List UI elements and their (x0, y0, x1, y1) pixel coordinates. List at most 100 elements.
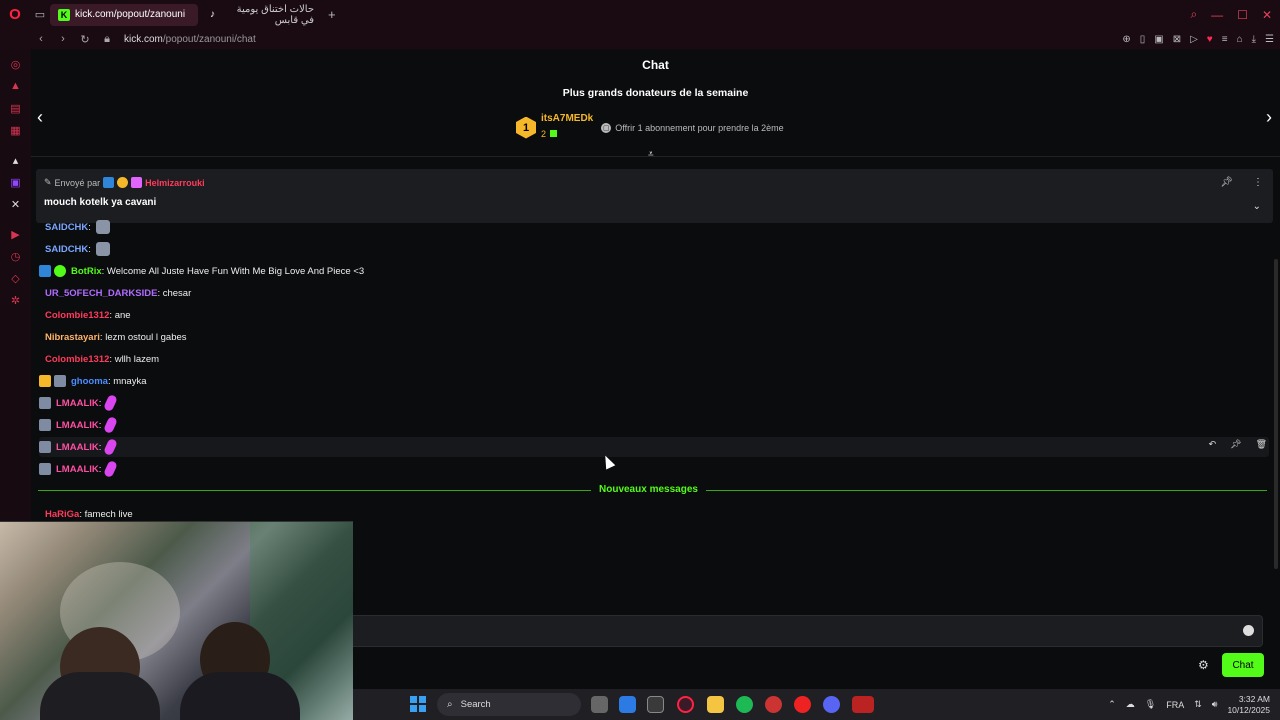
message-user[interactable]: HaRiGa (45, 509, 79, 520)
maximize-icon[interactable]: ☐ (1237, 8, 1248, 22)
tab-list-icon[interactable]: ▭ (30, 0, 50, 29)
copilot-icon[interactable] (619, 696, 636, 713)
url-field[interactable]: kick.com/popout/zanouni/chat (124, 34, 256, 45)
prev-arrow-icon[interactable]: ‹ (37, 107, 43, 128)
opera-taskbar-icon[interactable] (677, 696, 694, 713)
chat-message[interactable]: Colombie1312: ane (39, 305, 1269, 325)
settings-icon[interactable]: ✲ (0, 289, 31, 311)
send-chat-button[interactable]: Chat (1222, 653, 1264, 677)
menu-icon[interactable]: ≡ (1222, 34, 1228, 45)
aria-icon[interactable]: ◎ (0, 53, 31, 75)
extensions-icon[interactable]: ◇ (0, 267, 31, 289)
more-options-icon[interactable]: ⋮ (1253, 177, 1263, 188)
cloud-icon[interactable]: ☁ (1126, 699, 1135, 710)
spotify-icon[interactable] (736, 696, 753, 713)
message-user[interactable]: LMAALIK (56, 464, 99, 475)
chat-message-hovered[interactable]: LMAALIK: ↶ 📌︎ 🗑︎ (39, 437, 1269, 457)
chat-message[interactable]: Colombie1312: wllh lazem (39, 349, 1269, 369)
sub-badge-icon (39, 419, 51, 431)
x-icon[interactable]: ✕ (0, 193, 31, 215)
donor-name[interactable]: itsA7MEDk (541, 113, 593, 124)
mic-icon[interactable]: 🎙︎ (1145, 699, 1156, 710)
message-user[interactable]: LMAALIK (56, 442, 99, 453)
chat-message[interactable]: ghooma: mnayka (39, 371, 1269, 391)
message-user[interactable]: UR_5OFECH_DARKSIDE (45, 288, 157, 299)
store-icon[interactable] (647, 696, 664, 713)
taskbar-search[interactable]: ⌕ Search (437, 693, 581, 716)
chat-message[interactable]: LMAALIK: (39, 415, 1269, 435)
chat-scrollbar[interactable] (1274, 259, 1278, 569)
next-arrow-icon[interactable]: › (1266, 107, 1272, 128)
message-user[interactable]: BotRix (71, 266, 102, 277)
pin-message-icon[interactable]: 📌︎ (1230, 439, 1241, 450)
settings-menu-icon[interactable]: ☰ (1265, 34, 1274, 45)
volume-icon[interactable]: 🔊︎ (1212, 699, 1218, 710)
task-view-icon[interactable] (591, 696, 608, 713)
chat-settings-icon[interactable]: ⚙ (1198, 658, 1209, 672)
chevron-up-icon[interactable]: ⌃ (1108, 699, 1116, 710)
play-icon[interactable]: ▷ (1190, 34, 1198, 45)
message-text: lezm ostoul l gabes (105, 331, 187, 343)
close-icon[interactable]: ✕ (1262, 8, 1272, 22)
unpin-icon[interactable]: 📌︎ (1220, 177, 1233, 188)
search-tabs-icon[interactable]: ⌕ (1190, 7, 1197, 22)
player-icon[interactable]: ▶ (0, 223, 31, 245)
kick-sidebar-icon[interactable]: ▴ (0, 149, 31, 171)
new-tab-icon[interactable]: + (328, 7, 336, 22)
message-user[interactable]: Colombie1312 (45, 354, 109, 365)
forward-icon[interactable]: › (54, 33, 72, 45)
twitch-icon[interactable]: ▣ (0, 171, 31, 193)
chat-input[interactable] (331, 615, 1263, 647)
message-user[interactable]: ghooma (71, 376, 108, 387)
screen: O ▭ K kick.com/popout/zanouni ♪ حالات اخ… (0, 0, 1280, 720)
collapse-icon[interactable]: ⩡ (648, 149, 654, 160)
language-indicator[interactable]: FRA (1166, 700, 1184, 710)
chevron-down-icon[interactable]: ⌄ (1253, 201, 1261, 212)
crypto-wallet-icon[interactable]: ▲ (0, 75, 31, 97)
network-icon[interactable]: ⇅ (1194, 699, 1202, 710)
offer-sub-link[interactable]: ▢ Offrir 1 abonnement pour prendre la 2è… (601, 122, 784, 133)
discord-icon[interactable] (823, 696, 840, 713)
chat-message[interactable]: SAIDCHK: (39, 239, 1269, 259)
tab-tiktok[interactable]: ♪ حالات اختناق يومية في قابس (202, 4, 322, 26)
back-icon[interactable]: ‹ (32, 33, 50, 45)
messenger-icon[interactable]: ▤ (0, 97, 31, 119)
message-user[interactable]: LMAALIK (56, 420, 99, 431)
windows-start-icon[interactable] (410, 696, 426, 712)
reply-icon[interactable]: ↶ (1209, 439, 1217, 450)
chat-message[interactable]: UR_5OFECH_DARKSIDE: chesar (39, 283, 1269, 303)
minimize-icon[interactable]: — (1211, 8, 1223, 22)
chat-message[interactable]: SAIDCHK: (39, 217, 1269, 237)
snapshot-icon[interactable]: ▣ (1154, 34, 1163, 45)
new-messages-label[interactable]: Nouveaux messages (591, 484, 706, 495)
chat-message[interactable]: LMAALIK: (39, 459, 1269, 479)
adblock-icon[interactable]: ⊠ (1173, 34, 1181, 45)
reload-icon[interactable]: ↻ (76, 33, 94, 46)
history-icon[interactable]: ◷ (0, 245, 31, 267)
download-icon[interactable]: ⤓ (1252, 34, 1256, 45)
person-1-body (40, 672, 160, 720)
message-user[interactable]: LMAALIK (56, 398, 99, 409)
chat-message[interactable]: LMAALIK: (39, 393, 1269, 413)
message-user[interactable]: SAIDCHK (45, 222, 88, 233)
delete-icon[interactable]: 🗑︎ (1256, 439, 1267, 450)
opera-logo-icon[interactable]: O (0, 0, 30, 29)
chat-message[interactable]: BotRix: Welcome All Juste Have Fun With … (39, 261, 1269, 281)
app-icon[interactable] (765, 696, 782, 713)
tab-kick[interactable]: K kick.com/popout/zanouni (50, 3, 198, 26)
opera-gx-icon[interactable] (794, 696, 811, 713)
emoji-icon[interactable] (1243, 625, 1254, 636)
profile-icon[interactable]: ⌂ (1237, 34, 1243, 45)
heart-icon[interactable]: ♥ (1207, 34, 1213, 45)
message-user[interactable]: Nibrastayari (45, 332, 100, 343)
clock[interactable]: 3:32 AM 10/12/2025 (1227, 694, 1270, 716)
chat-message[interactable]: Nibrastayari: lezm ostoul l gabes (39, 327, 1269, 347)
file-explorer-icon[interactable] (707, 696, 724, 713)
message-user[interactable]: Colombie1312 (45, 310, 109, 321)
game-icon[interactable] (852, 696, 874, 713)
message-user[interactable]: SAIDCHK (45, 244, 88, 255)
bookmark-icon[interactable]: ▯ (1140, 34, 1146, 45)
pinned-user[interactable]: Helmizarrouki (145, 178, 205, 188)
news-icon[interactable]: ▦ (0, 119, 31, 141)
zoom-icon[interactable]: ⊕ (1122, 34, 1130, 45)
